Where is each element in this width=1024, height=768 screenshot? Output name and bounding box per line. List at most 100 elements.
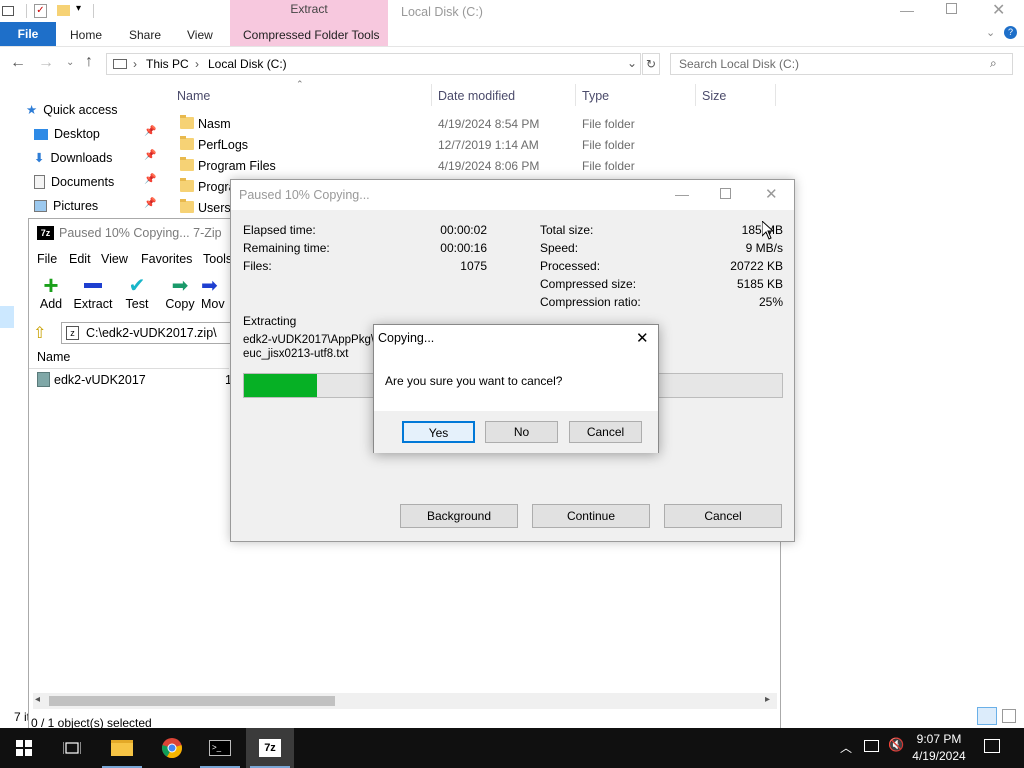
scrollbar-thumb[interactable] xyxy=(49,696,335,706)
confirm-button-area: Yes No Cancel xyxy=(374,411,658,453)
taskbar-7zip[interactable]: 7z xyxy=(246,728,294,768)
folder-icon xyxy=(180,115,194,129)
confirm-cancel-button[interactable]: Cancel xyxy=(569,421,642,443)
file-name: Progra xyxy=(198,180,230,194)
show-hidden-icons-icon[interactable]: ︿ xyxy=(840,739,852,756)
archive-item-name[interactable]: edk2-vUDK2017 xyxy=(54,373,146,387)
refresh-icon[interactable]: ↻ xyxy=(642,53,660,75)
volume-muted-icon[interactable]: 🔇 xyxy=(888,737,904,753)
horizontal-scrollbar[interactable]: ◂ ▸ xyxy=(33,693,777,709)
move-label: Mov xyxy=(201,297,225,311)
clock-time[interactable]: 9:07 PM xyxy=(912,732,966,746)
column-name[interactable]: Name xyxy=(177,86,210,106)
help-icon[interactable]: ? xyxy=(1004,26,1017,39)
path-field[interactable]: z C:\edk2-vUDK2017.zip\ xyxy=(61,322,231,344)
yes-button[interactable]: Yes xyxy=(402,421,475,443)
column-type[interactable]: Type xyxy=(582,86,609,106)
file-row[interactable]: PerfLogs 12/7/2019 1:14 AM File folder xyxy=(176,135,656,155)
search-icon[interactable]: ⌕ xyxy=(990,56,997,71)
extract-button[interactable]: Extract xyxy=(71,273,115,311)
address-dropdown-icon[interactable]: ⌄ xyxy=(627,56,637,70)
up-icon[interactable]: ↑ xyxy=(85,53,93,71)
extracting-label: Extracting xyxy=(243,314,297,328)
no-button[interactable]: No xyxy=(485,421,558,443)
pin-icon[interactable]: 📌 xyxy=(144,126,156,137)
network-icon[interactable] xyxy=(864,740,879,752)
notifications-icon[interactable] xyxy=(984,739,1000,753)
minimize-icon[interactable]: — xyxy=(900,2,914,18)
clock-date[interactable]: 4/19/2024 xyxy=(906,749,972,763)
copy-button[interactable]: ➡ Copy xyxy=(158,273,202,312)
tab-compressed-folder-tools[interactable]: Compressed Folder Tools xyxy=(243,24,380,46)
recent-locations-icon[interactable]: ⌄ xyxy=(66,57,74,68)
tab-view[interactable]: View xyxy=(187,24,213,46)
continue-button[interactable]: Continue xyxy=(532,504,650,528)
file-row[interactable]: Users xyxy=(176,198,230,218)
breadcrumb-local-disk[interactable]: Local Disk (C:) xyxy=(208,57,287,71)
menu-edit[interactable]: Edit xyxy=(69,250,91,268)
new-folder-icon[interactable] xyxy=(57,5,70,16)
pin-icon[interactable]: 📌 xyxy=(144,174,156,185)
forward-icon[interactable]: → xyxy=(38,54,54,72)
maximize-icon[interactable] xyxy=(946,3,957,14)
minimize-icon[interactable]: — xyxy=(675,186,689,202)
tab-share[interactable]: Share xyxy=(129,24,161,46)
add-button[interactable]: + Add xyxy=(29,270,73,312)
close-icon[interactable]: ✕ xyxy=(765,185,778,203)
nav-documents[interactable]: Documents xyxy=(34,171,114,193)
properties-icon[interactable]: ✓ xyxy=(34,4,47,18)
compressed-size-value: 5185 KB xyxy=(736,277,783,291)
file-row[interactable]: Nasm 4/19/2024 8:54 PM File folder xyxy=(176,114,656,134)
scroll-right-icon[interactable]: ▸ xyxy=(765,694,770,705)
extract-label: Extract xyxy=(73,297,113,311)
address-bar[interactable]: › This PC › Local Disk (C:) ⌄ xyxy=(106,53,641,75)
details-view-icon[interactable] xyxy=(977,707,997,725)
menu-favorites[interactable]: Favorites xyxy=(141,250,192,268)
menu-view[interactable]: View xyxy=(101,250,128,268)
archive-icon: z xyxy=(66,326,79,340)
pin-icon[interactable]: 📌 xyxy=(144,150,156,161)
file-row[interactable]: Program Files 4/19/2024 8:06 PM File fol… xyxy=(176,156,656,176)
taskbar-chrome[interactable] xyxy=(148,728,196,768)
star-icon: ★ xyxy=(26,103,38,117)
search-input[interactable]: Search Local Disk (C:) xyxy=(670,53,1013,75)
tab-file[interactable]: File xyxy=(0,22,56,46)
close-icon[interactable]: ✕ xyxy=(636,329,649,347)
breadcrumb-this-pc[interactable]: This PC xyxy=(146,57,189,71)
nav-desktop[interactable]: Desktop xyxy=(34,123,100,145)
this-pc-icon xyxy=(113,59,127,69)
ribbon-collapse-icon[interactable]: ⌄ xyxy=(986,26,995,39)
column-date-modified[interactable]: Date modified xyxy=(438,86,515,106)
taskbar: >_ 7z ︿ 🔇 9:07 PM 4/19/2024 xyxy=(0,728,1024,768)
scroll-left-icon[interactable]: ◂ xyxy=(35,694,40,705)
taskbar-command-prompt[interactable]: >_ xyxy=(196,728,244,768)
nav-pictures[interactable]: Pictures xyxy=(34,195,98,217)
task-view-button[interactable] xyxy=(48,728,96,768)
large-icons-view-icon[interactable] xyxy=(1002,709,1016,723)
back-icon[interactable]: ← xyxy=(10,54,26,72)
folder-up-icon[interactable]: ⇧ xyxy=(33,323,53,343)
cancel-button[interactable]: Cancel xyxy=(664,504,782,528)
tab-home[interactable]: Home xyxy=(70,24,102,46)
nav-downloads[interactable]: ⬇ Downloads xyxy=(34,147,112,169)
column-name-header[interactable]: Name xyxy=(37,350,70,364)
breadcrumb-separator-icon: › xyxy=(133,57,137,71)
start-button[interactable] xyxy=(0,728,48,768)
speed-label: Speed: xyxy=(540,241,579,255)
move-button[interactable]: ➡ Mov xyxy=(201,273,229,312)
maximize-icon[interactable] xyxy=(720,188,731,199)
menu-tools[interactable]: Tools xyxy=(203,250,232,268)
add-label: Add xyxy=(39,297,63,311)
file-row[interactable]: Progra xyxy=(176,177,230,197)
nav-selected-item[interactable] xyxy=(0,306,14,328)
menu-file[interactable]: File xyxy=(37,250,57,268)
checkmark-icon: ✔ xyxy=(128,274,146,297)
column-size[interactable]: Size xyxy=(702,86,726,106)
nav-quick-access[interactable]: ★ Quick access xyxy=(26,99,118,121)
background-button[interactable]: Background xyxy=(400,504,518,528)
close-icon[interactable]: ✕ xyxy=(992,0,1005,20)
pin-icon[interactable]: 📌 xyxy=(144,198,156,209)
taskbar-file-explorer[interactable] xyxy=(98,728,146,768)
qat-dropdown-icon[interactable]: ▾ xyxy=(76,3,81,14)
test-button[interactable]: ✔ Test xyxy=(115,273,159,312)
